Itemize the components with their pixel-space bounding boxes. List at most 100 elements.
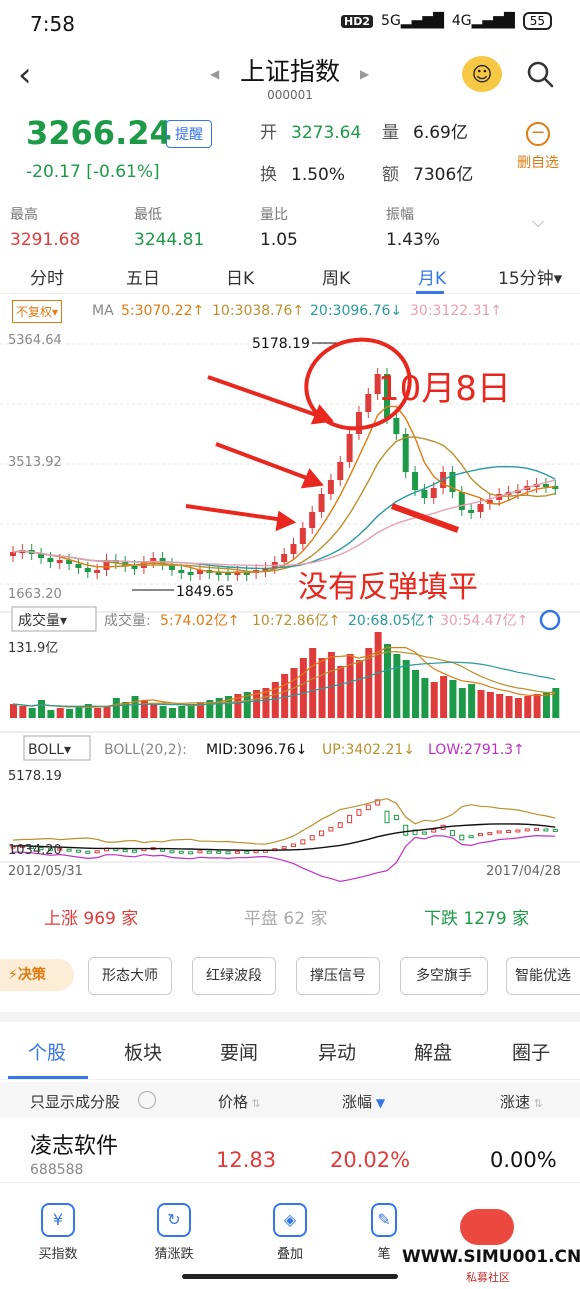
boll-candle: [216, 850, 222, 854]
turnover-field: 换 1.50%: [260, 160, 345, 185]
boll-candle: [534, 827, 540, 831]
section-separator: [0, 1012, 580, 1022]
volume-bar: [131, 696, 139, 718]
table-row[interactable]: 凌志软件 688588 12.83 20.02% 0.00%: [0, 1120, 580, 1182]
tab-news[interactable]: 要闻: [220, 1038, 258, 1065]
ma-lines-group: [12, 405, 556, 574]
candle-body: [346, 434, 353, 462]
volume-bar: [355, 660, 363, 718]
buy-index-button[interactable]: ¥ 买指数: [18, 1203, 98, 1262]
tab-movers[interactable]: 异动: [318, 1038, 356, 1065]
volume-bar: [168, 708, 176, 718]
tab-15min[interactable]: 15分钟▾: [498, 264, 562, 289]
settings-gear-icon[interactable]: [539, 609, 561, 631]
tab-intraday[interactable]: 分时: [30, 264, 64, 289]
candle-body: [402, 434, 409, 472]
guess-button[interactable]: ↻ 猜涨跌: [134, 1203, 214, 1262]
tab-sectors[interactable]: 板块: [124, 1038, 162, 1065]
volume-value: 6.69亿: [413, 123, 468, 143]
tab-analysis[interactable]: 解盘: [414, 1038, 452, 1065]
search-icon[interactable]: [526, 60, 554, 88]
net-5g-label: 5G: [381, 13, 401, 29]
change-percent: [-0.61%]: [86, 162, 160, 182]
boll-chip[interactable]: BOLL▾: [28, 742, 71, 758]
volume-bar: [384, 644, 391, 718]
delete-favorite-button[interactable]: − 删自选: [512, 118, 564, 172]
tool-button[interactable]: 撑压信号: [296, 957, 380, 995]
tab-stocks[interactable]: 个股: [28, 1038, 66, 1065]
candle-body: [365, 394, 372, 412]
volume-bar: [19, 706, 27, 718]
stock-code: 688588: [30, 1162, 84, 1178]
tab-daily-k[interactable]: 日K: [226, 264, 254, 289]
tab-community[interactable]: 圈子: [512, 1038, 550, 1065]
boll-candle: [459, 834, 465, 841]
tab-five-day[interactable]: 五日: [126, 264, 160, 289]
minus-circle-icon: −: [526, 122, 550, 146]
chevron-down-icon[interactable]: ⌵: [532, 212, 544, 232]
remind-button[interactable]: 提醒: [166, 120, 212, 148]
candle-body: [299, 528, 306, 544]
boll-candle: [94, 850, 100, 854]
stats-row: 最高 3291.68 最低 3244.81 量比 1.05 振幅 1.43% ⌵: [0, 200, 580, 256]
change-header-label: 涨幅: [342, 1093, 373, 1111]
boll-low-line: [12, 834, 556, 882]
boll-candle: [188, 851, 194, 855]
boll-candle: [244, 850, 250, 854]
boll-candle: [281, 846, 287, 850]
tab-weekly-k[interactable]: 周K: [322, 264, 350, 289]
y-axis-bottom: 1663.20: [8, 587, 62, 602]
price-header[interactable]: 价格 ⇅: [218, 1091, 261, 1112]
volume-bar: [440, 676, 448, 718]
volume-label: 成交量:: [104, 612, 151, 629]
turnover-value: 1.50%: [291, 165, 346, 185]
ma-label: MA: [92, 303, 114, 319]
overlay-button[interactable]: ◈ 叠加: [250, 1203, 330, 1262]
advance-label: 上涨: [44, 909, 78, 929]
volume-bar: [56, 708, 64, 718]
change-header[interactable]: 涨幅 ▼: [342, 1091, 385, 1112]
adjust-chip[interactable]: 不复权▾: [12, 300, 63, 323]
vol5-value: 5:74.02亿↑: [160, 613, 239, 629]
sort-desc-icon: ▼: [372, 1096, 386, 1110]
ma5-value: 5:3070.22↑: [121, 303, 205, 319]
ma10-value: 10:3038.76↑: [212, 303, 305, 319]
mascot-avatar-icon[interactable]: ☺: [462, 56, 502, 92]
note-button[interactable]: ✎ 笔: [364, 1203, 404, 1262]
refresh-icon: ↻: [157, 1203, 191, 1237]
boll-candle: [291, 843, 296, 848]
kline-chart[interactable]: 5364.64 3513.92 1663.20 5178.19 1849.65 …: [0, 322, 580, 882]
stat-label: 振幅: [386, 207, 414, 223]
next-stock-icon[interactable]: ▶: [360, 67, 369, 81]
tool-button[interactable]: 形态大师: [88, 957, 172, 995]
filter-checkbox[interactable]: [138, 1091, 156, 1109]
stat-value: 3291.68: [10, 230, 81, 250]
tab-monthly-k[interactable]: 月K: [418, 264, 446, 289]
candle-body: [468, 510, 475, 513]
candle-body: [421, 490, 428, 498]
y-axis-mid: 3513.92: [8, 455, 62, 470]
candle-body: [75, 564, 82, 568]
pen-icon: ✎: [371, 1203, 397, 1237]
boll-low: LOW:2791.3↑: [428, 742, 525, 758]
volume-bar: [178, 706, 186, 718]
date-start: 2012/05/31: [8, 864, 83, 879]
boll-candle: [543, 828, 549, 832]
amount-field: 额 7306亿: [382, 160, 473, 185]
amount-value: 7306亿: [413, 165, 474, 185]
tool-button[interactable]: 红绿波段: [192, 957, 276, 995]
decline-unit: 家: [512, 909, 530, 929]
boll-candle: [449, 829, 455, 837]
high-point-label: 5178.19: [252, 336, 310, 352]
stat-amplitude: 振幅 1.43%: [386, 204, 440, 250]
filter-label: 只显示成分股: [30, 1093, 121, 1111]
speed-header[interactable]: 涨速 ⇅: [500, 1091, 543, 1112]
volume-bar: [10, 704, 17, 718]
volume-bar: [103, 706, 111, 718]
tool-button[interactable]: 智能优选: [506, 957, 580, 995]
volume-bars-group: [10, 632, 560, 718]
boll-up-line: [12, 798, 556, 845]
tool-button[interactable]: 多空旗手: [400, 957, 488, 995]
volume-chip[interactable]: 成交量▾: [18, 612, 67, 629]
volume-bar: [421, 678, 429, 718]
